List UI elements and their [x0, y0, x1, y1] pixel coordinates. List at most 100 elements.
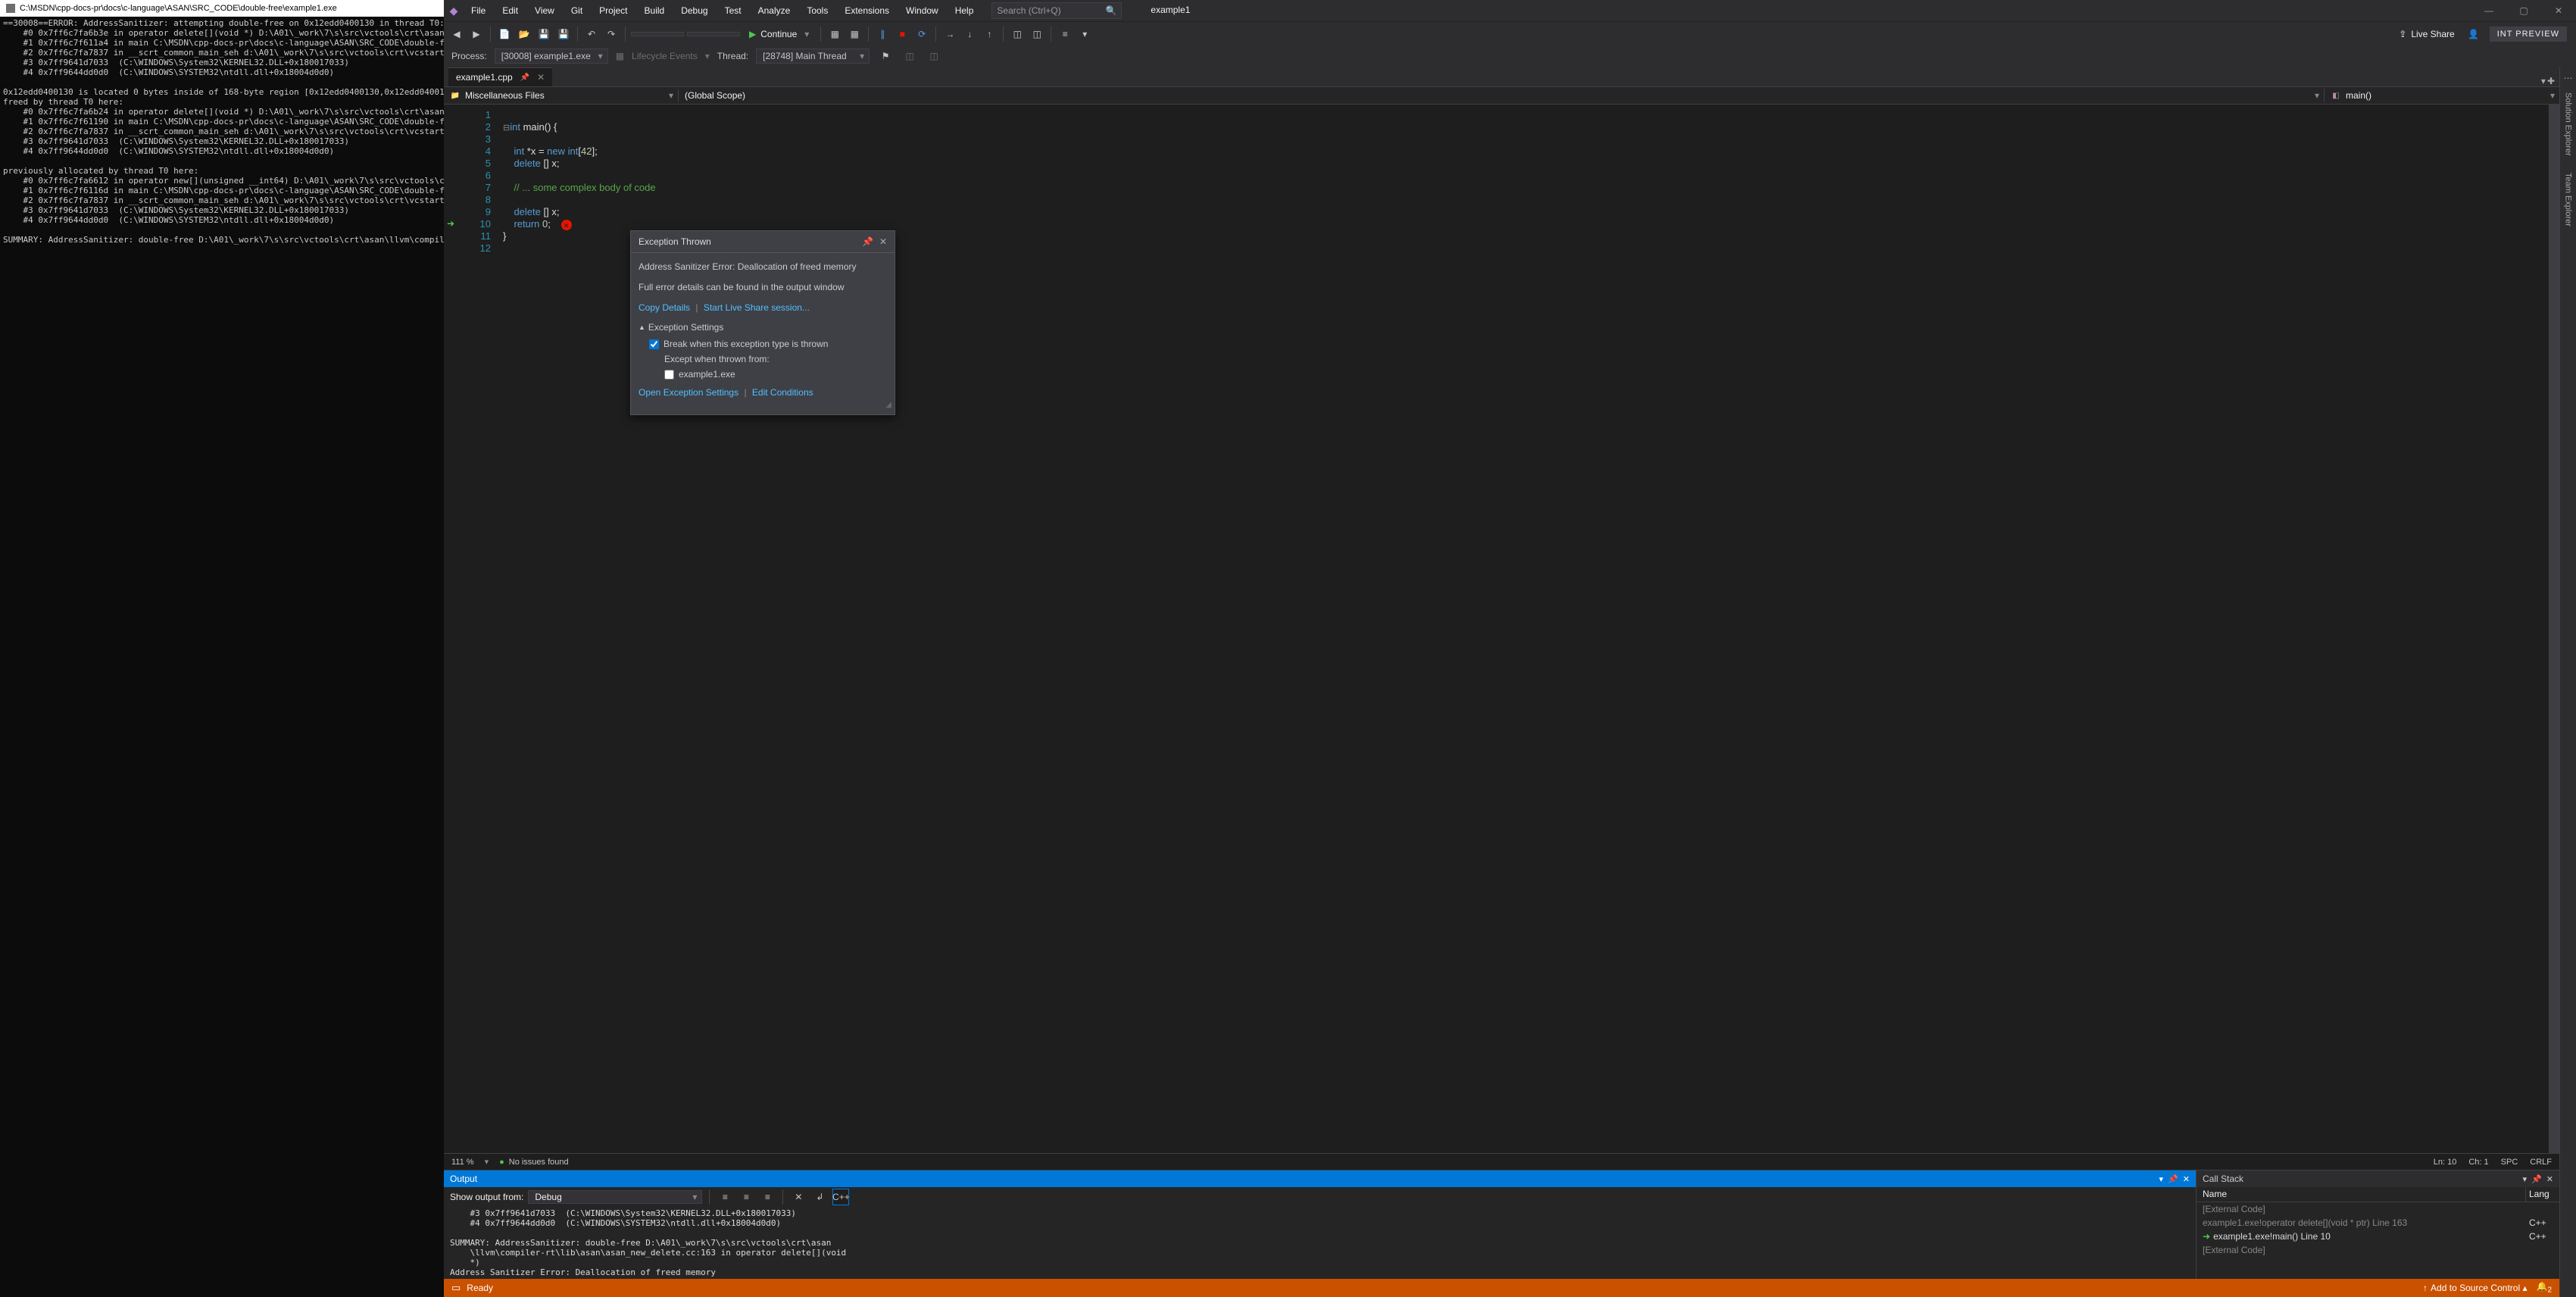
window-position-icon[interactable]: ▾: [2159, 1174, 2164, 1184]
save-all-icon[interactable]: 💾: [555, 26, 572, 42]
callstack-row[interactable]: [External Code]: [2197, 1243, 2559, 1257]
debug-tool-icon2[interactable]: ▦: [846, 26, 863, 42]
output-text[interactable]: #3 0x7ff9641d7033 (C:\WINDOWS\System32\K…: [444, 1207, 2196, 1279]
thread-combo[interactable]: [28748] Main Thread▾: [756, 48, 870, 64]
save-icon[interactable]: 💾: [535, 26, 552, 42]
notifications-button[interactable]: 🔔2: [2536, 1281, 2552, 1294]
copy-details-link[interactable]: Copy Details: [639, 302, 690, 313]
tool-icon4[interactable]: ▾: [1076, 26, 1093, 42]
col-name[interactable]: Name: [2197, 1187, 2526, 1202]
stop-icon[interactable]: ■: [894, 26, 910, 42]
project-scope-combo[interactable]: 📁 Miscellaneous Files ▾: [444, 89, 679, 102]
account-icon[interactable]: 👤: [2465, 26, 2482, 42]
maximize-button[interactable]: ▢: [2506, 0, 2541, 21]
function-scope-combo[interactable]: ◧ main() ▾: [2325, 89, 2559, 102]
output-panel-header[interactable]: Output ▾ 📌 ✕: [444, 1170, 2196, 1187]
process-combo[interactable]: [30008] example1.exe▾: [495, 48, 608, 64]
close-icon[interactable]: ✕: [2546, 1174, 2553, 1184]
break-when-checkbox[interactable]: Break when this exception type is thrown: [649, 338, 887, 350]
code-text[interactable]: ⊟int main() { int *x = new int[42]; dele…: [501, 105, 2549, 1153]
tab-dropdown-icon[interactable]: ▾: [2541, 76, 2546, 86]
liveshare-link[interactable]: Start Live Share session...: [704, 302, 810, 313]
error-marker-icon[interactable]: [561, 220, 572, 230]
step-into-icon[interactable]: ↓: [961, 26, 978, 42]
tab-example1-cpp[interactable]: example1.cpp 📌 ✕: [448, 67, 552, 86]
tool-icon2[interactable]: ◫: [1029, 26, 1045, 42]
forward-button[interactable]: ▶: [468, 26, 485, 42]
menu-view[interactable]: View: [527, 2, 562, 19]
liveshare-button[interactable]: ⇪ Live Share: [2391, 29, 2462, 39]
find-tool-icon3[interactable]: ≡: [759, 1189, 776, 1205]
step-over-icon[interactable]: →: [941, 26, 958, 42]
rail-options-icon[interactable]: ⋯: [2564, 73, 2573, 83]
class-scope-combo[interactable]: (Global Scope) ▾: [679, 89, 2325, 102]
solution-explorer-tab[interactable]: Solution Explorer: [2562, 85, 2574, 164]
clear-icon[interactable]: ✕: [790, 1189, 807, 1205]
indent-indicator[interactable]: SPC: [2501, 1158, 2518, 1167]
zoom-dropdown-icon[interactable]: ▾: [485, 1157, 489, 1167]
close-icon[interactable]: ✕: [879, 236, 887, 248]
glyph-margin[interactable]: ➜: [444, 105, 457, 1153]
menu-tools[interactable]: Tools: [799, 2, 835, 19]
close-button[interactable]: ✕: [2541, 0, 2576, 21]
console-titlebar[interactable]: C:\MSDN\cpp-docs-pr\docs\c-language\ASAN…: [0, 0, 444, 17]
wrap-icon[interactable]: ↲: [811, 1189, 828, 1205]
window-position-icon[interactable]: ▾: [2523, 1174, 2528, 1184]
menu-debug[interactable]: Debug: [673, 2, 715, 19]
eol-indicator[interactable]: CRLF: [2530, 1158, 2552, 1167]
menu-analyze[interactable]: Analyze: [751, 2, 798, 19]
console-output[interactable]: ==30008==ERROR: AddressSanitizer: attemp…: [0, 17, 444, 1297]
pin-icon[interactable]: 📌: [2531, 1174, 2542, 1184]
callstack-row[interactable]: [External Code]: [2197, 1202, 2559, 1216]
pause-icon[interactable]: ∥: [874, 26, 891, 42]
editor-scrollbar[interactable]: [2549, 105, 2559, 1153]
tool-icon3[interactable]: ≡: [1057, 26, 1073, 42]
debug-tool-icon[interactable]: ▦: [826, 26, 843, 42]
menu-git[interactable]: Git: [564, 2, 590, 19]
platform-combo[interactable]: [687, 32, 740, 36]
tool-icon[interactable]: C++: [832, 1189, 849, 1205]
team-explorer-tab[interactable]: Team Explorer: [2562, 165, 2574, 234]
redo-icon[interactable]: ↷: [603, 26, 620, 42]
undo-icon[interactable]: ↶: [583, 26, 600, 42]
pin-icon[interactable]: 📌: [520, 73, 529, 82]
restart-icon[interactable]: ⟳: [913, 26, 930, 42]
menu-file[interactable]: File: [464, 2, 493, 19]
menu-help[interactable]: Help: [948, 2, 982, 19]
col-lang[interactable]: Lang: [2526, 1187, 2559, 1202]
edit-conditions-link[interactable]: Edit Conditions: [752, 387, 813, 398]
tool-icon[interactable]: ◫: [1009, 26, 1026, 42]
resize-grip-icon[interactable]: ◢: [885, 399, 891, 411]
menu-window[interactable]: Window: [898, 2, 946, 19]
zoom-level[interactable]: 111 %: [451, 1158, 474, 1167]
find-tool-icon[interactable]: ≡: [717, 1189, 733, 1205]
add-tab-icon[interactable]: ✚: [2547, 76, 2555, 86]
menu-project[interactable]: Project: [592, 2, 635, 19]
pin-icon[interactable]: 📌: [862, 236, 873, 248]
find-tool-icon2[interactable]: ≡: [738, 1189, 754, 1205]
flag-icon[interactable]: ⚑: [877, 48, 894, 64]
search-input[interactable]: Search (Ctrl+Q) 🔍: [991, 2, 1122, 19]
callstack-row[interactable]: example1.exe!operator delete[](void * pt…: [2197, 1216, 2559, 1230]
close-icon[interactable]: ✕: [2183, 1174, 2190, 1184]
open-file-icon[interactable]: 📂: [516, 26, 532, 42]
output-source-combo[interactable]: Debug▾: [528, 1190, 702, 1204]
except-module-checkbox[interactable]: example1.exe: [664, 368, 887, 380]
pin-icon[interactable]: 📌: [2168, 1174, 2178, 1184]
open-exception-settings-link[interactable]: Open Exception Settings: [639, 387, 738, 398]
new-file-icon[interactable]: 📄: [496, 26, 513, 42]
menu-build[interactable]: Build: [637, 2, 673, 19]
back-button[interactable]: ◀: [448, 26, 465, 42]
menu-test[interactable]: Test: [717, 2, 749, 19]
step-out-icon[interactable]: ↑: [981, 26, 998, 42]
tab-close-icon[interactable]: ✕: [537, 72, 545, 83]
menu-extensions[interactable]: Extensions: [837, 2, 897, 19]
minimize-button[interactable]: —: [2471, 0, 2506, 21]
continue-button[interactable]: ▶ Continue ▾: [743, 27, 815, 41]
exception-settings-header[interactable]: ▲ Exception Settings: [639, 321, 887, 333]
code-editor[interactable]: ➜ 123456789101112 ⊟int main() { int *x =…: [444, 105, 2559, 1153]
no-issues-indicator[interactable]: ●No issues found: [499, 1158, 569, 1167]
menu-edit[interactable]: Edit: [495, 2, 526, 19]
add-source-control-button[interactable]: ↑Add to Source Control ▴: [2423, 1283, 2527, 1293]
callstack-header[interactable]: Call Stack ▾ 📌 ✕: [2197, 1170, 2559, 1187]
